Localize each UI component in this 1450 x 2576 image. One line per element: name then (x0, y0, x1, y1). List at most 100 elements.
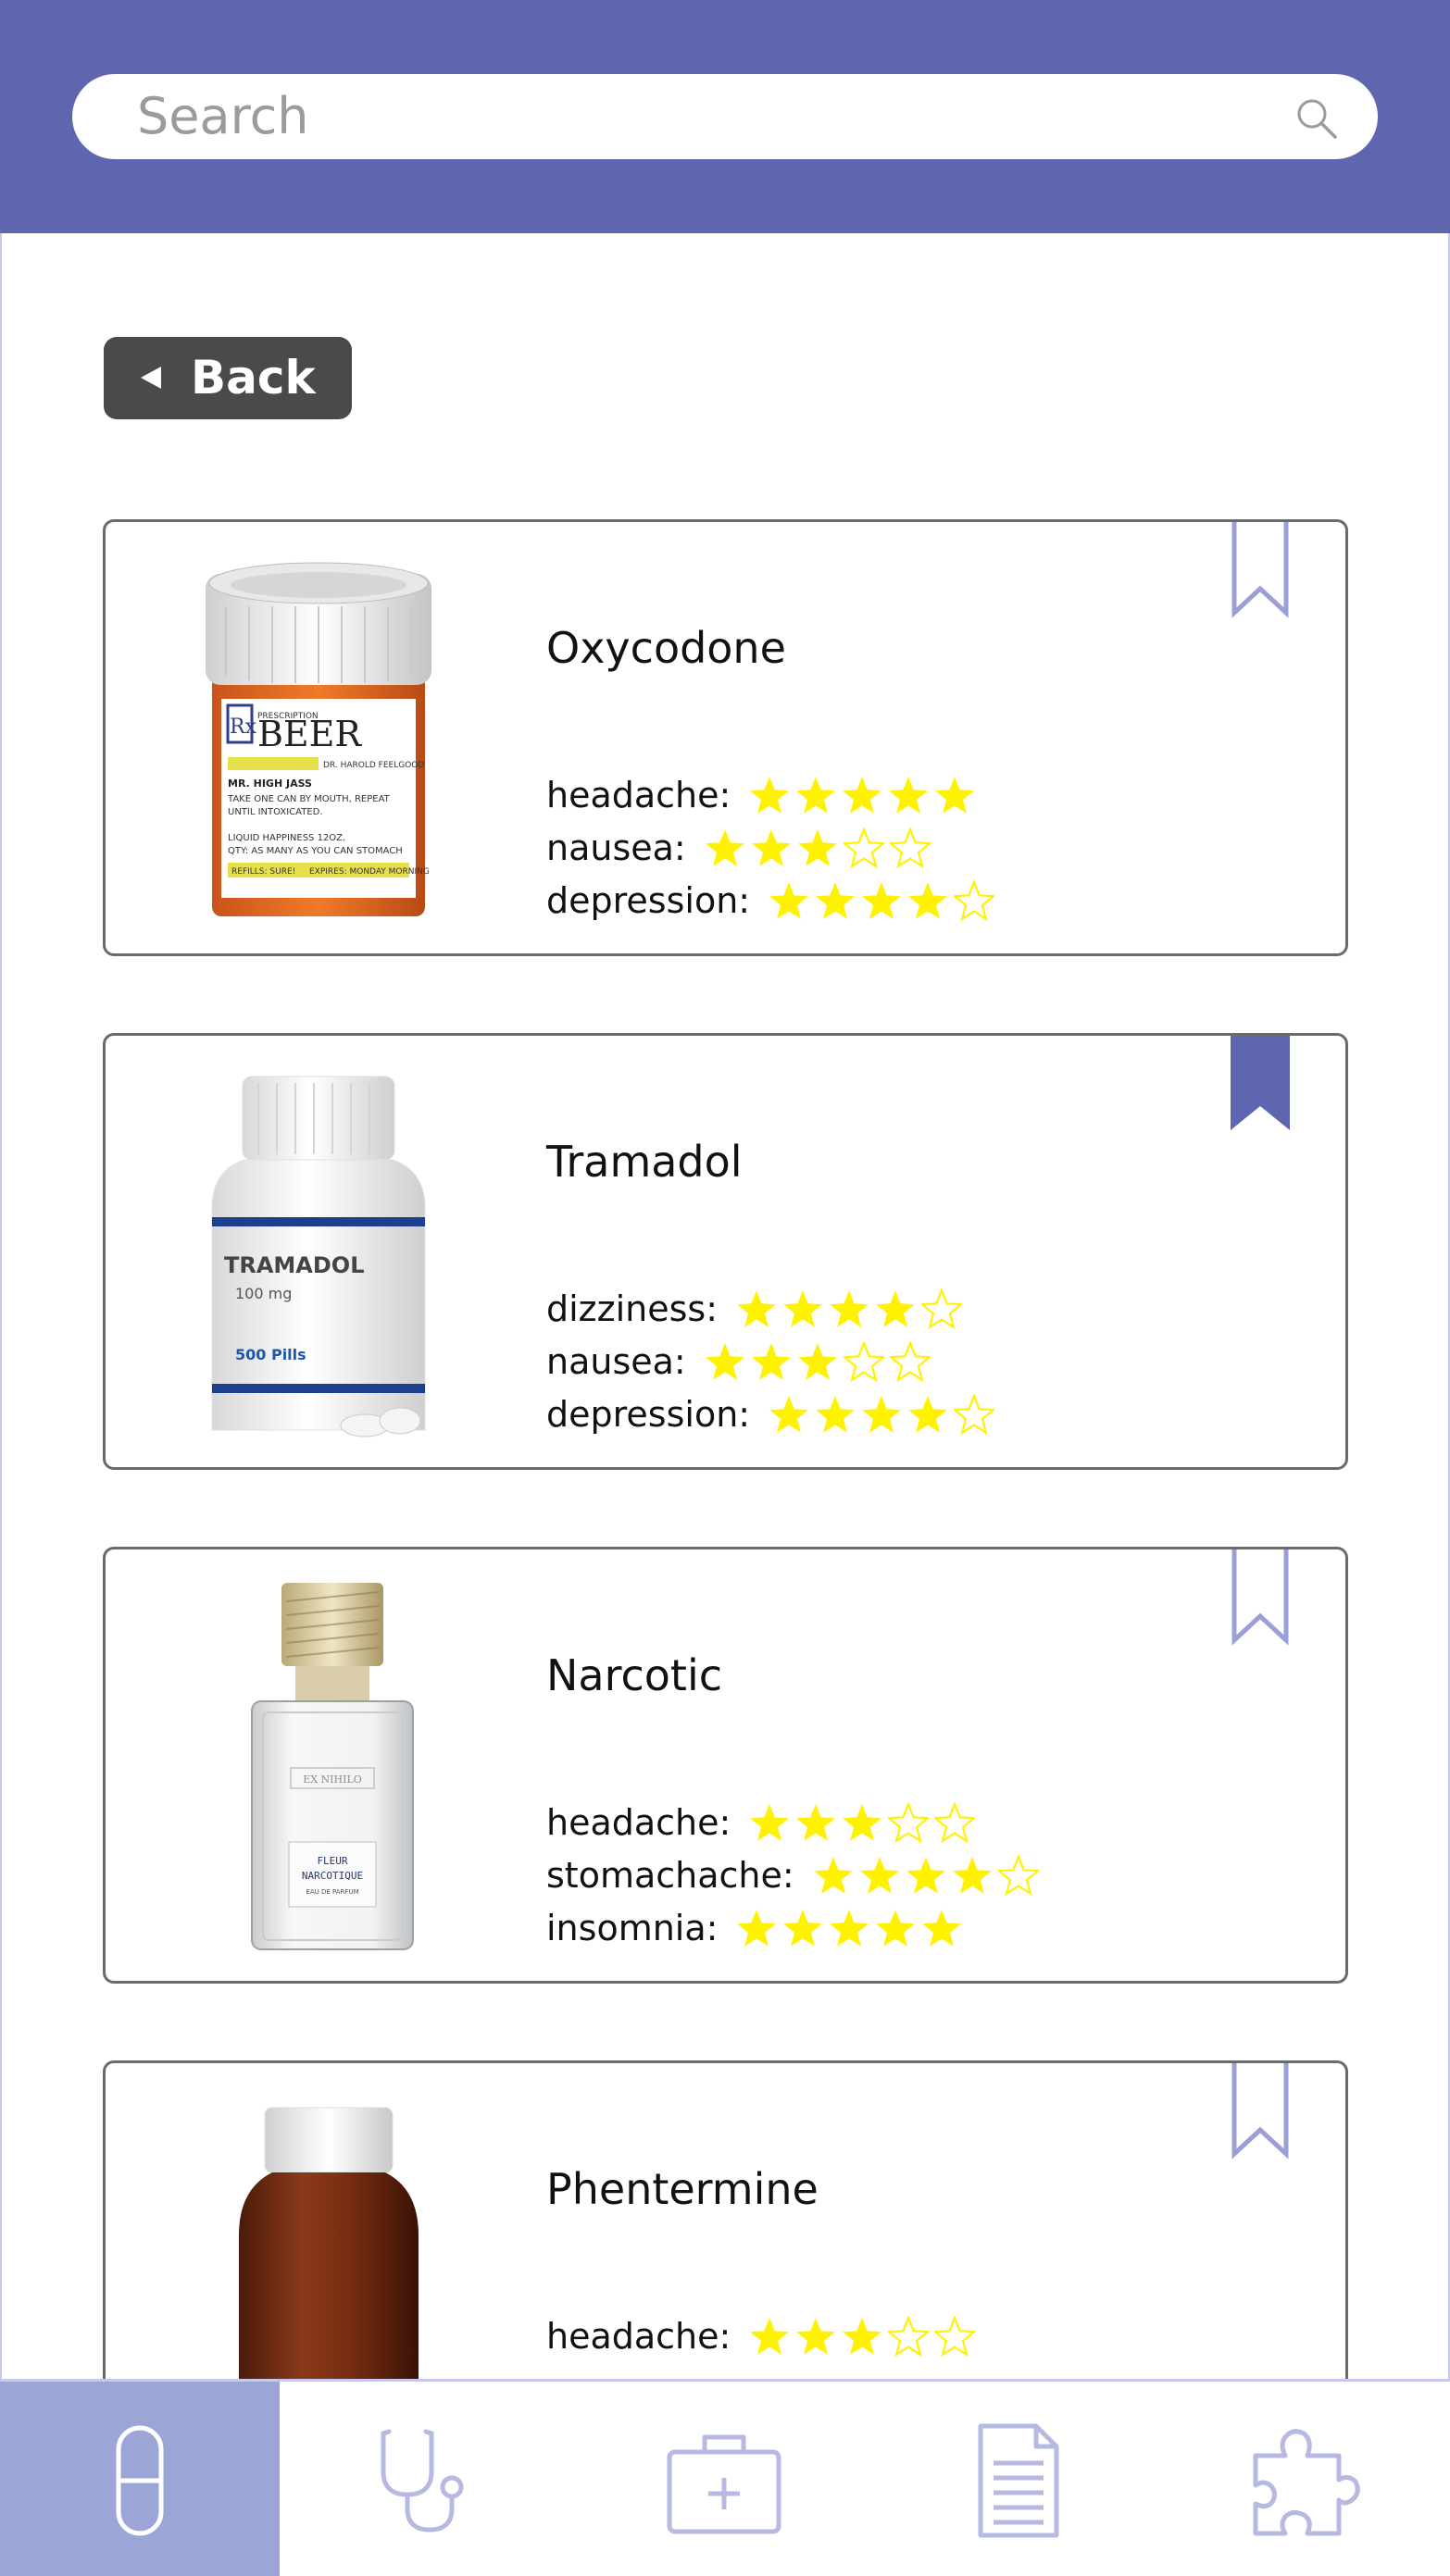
bottom-nav (0, 2379, 1450, 2576)
drug-card[interactable]: EX NIHILO FLEUR NARCOTIQUE EAU DE PARFUM… (103, 1547, 1348, 1984)
symptom-label: headache: (546, 2315, 731, 2357)
nav-doctor[interactable] (280, 2382, 567, 2576)
ratings-list: dizziness: nausea: depression: (546, 1282, 1000, 1440)
star-filled-icon (769, 881, 808, 919)
symptom-label: headache: (546, 1801, 731, 1843)
svg-text:MR. HIGH JASS: MR. HIGH JASS (228, 778, 312, 790)
star-empty-icon (843, 827, 884, 868)
svg-text:LIQUID HAPPINESS 12OZ.: LIQUID HAPPINESS 12OZ. (228, 833, 345, 843)
star-filled-icon (843, 1803, 882, 1841)
nav-firstaid[interactable] (567, 2382, 881, 2576)
star-filled-icon (705, 1342, 744, 1380)
rating-row: depression: (546, 874, 1000, 927)
star-filled-icon (751, 1342, 791, 1380)
star-rating (736, 1908, 968, 1948)
star-empty-icon (889, 827, 931, 868)
symptom-label: insomnia: (546, 1907, 719, 1948)
star-rating (749, 1801, 981, 1843)
nav-documents[interactable] (881, 2382, 1156, 2576)
search-input[interactable]: Search (72, 74, 1378, 159)
back-button[interactable]: Back (104, 337, 352, 419)
star-filled-icon (816, 881, 855, 919)
symptom-label: headache: (546, 774, 731, 815)
bookmark-filled-icon[interactable] (1231, 1033, 1290, 1134)
svg-text:EX NIHILO: EX NIHILO (303, 1773, 362, 1786)
rating-row: headache: (546, 768, 1000, 821)
star-rating (813, 1854, 1044, 1896)
perfume-bottle-image: EX NIHILO FLEUR NARCOTIQUE EAU DE PARFUM (251, 1583, 414, 1950)
svg-text:EXPIRES: MONDAY MORNING: EXPIRES: MONDAY MORNING (309, 867, 430, 877)
star-filled-icon (783, 1909, 823, 1947)
bookmark-outline-icon[interactable] (1231, 2060, 1290, 2161)
ratings-list: headache: nausea: depression: (546, 768, 1000, 927)
star-filled-icon (796, 1803, 836, 1841)
star-filled-icon (816, 1395, 855, 1433)
star-rating (736, 1288, 968, 1329)
bookmark-outline-icon[interactable] (1231, 1547, 1290, 1648)
symptom-label: dizziness: (546, 1288, 718, 1329)
star-rating (769, 1393, 1000, 1435)
rating-row: insomnia: (546, 1901, 1044, 1954)
svg-text:REFILLS: SURE!: REFILLS: SURE! (231, 867, 295, 877)
back-arrow-icon (141, 367, 161, 389)
star-filled-icon (952, 1856, 992, 1894)
star-filled-icon (906, 1856, 945, 1894)
star-filled-icon (830, 1289, 869, 1327)
star-empty-icon (934, 1801, 976, 1843)
rating-row: depression: (546, 1388, 1000, 1440)
drug-name: Phentermine (546, 2164, 819, 2214)
bookmark-outline-icon[interactable] (1231, 519, 1290, 620)
nav-puzzle[interactable] (1156, 2382, 1450, 2576)
star-filled-icon (737, 1289, 776, 1327)
beer-pill-bottle-image: Rx PRESCRIPTION BEER DR. HAROLD FEELGOOD… (206, 562, 431, 916)
star-filled-icon (876, 1909, 916, 1947)
star-filled-icon (889, 776, 929, 814)
search-icon[interactable] (1294, 96, 1339, 141)
stethoscope-icon (381, 2429, 464, 2532)
star-filled-icon (830, 1909, 869, 1947)
star-rating (749, 775, 981, 815)
first-aid-kit-icon (667, 2434, 781, 2533)
svg-text:UNTIL INTOXICATED.: UNTIL INTOXICATED. (228, 807, 323, 817)
star-empty-icon (843, 1340, 884, 1382)
star-filled-icon (796, 776, 836, 814)
svg-text:TAKE ONE CAN BY MOUTH, REPEAT: TAKE ONE CAN BY MOUTH, REPEAT (227, 794, 391, 804)
star-empty-icon (921, 1288, 962, 1329)
svg-text:100 mg: 100 mg (235, 1285, 292, 1302)
drug-name: Tramadol (546, 1137, 743, 1187)
symptom-label: stomachache: (546, 1854, 794, 1896)
rating-row: dizziness: (546, 1282, 1000, 1335)
star-empty-icon (954, 1393, 995, 1435)
star-empty-icon (934, 2315, 976, 2357)
svg-text:NARCOTIQUE: NARCOTIQUE (302, 1870, 363, 1882)
tramadol-bottle-image: TRAMADOL 100 mg 500 Pills (211, 1076, 426, 1437)
rating-row: headache: (546, 2309, 981, 2362)
symptom-label: nausea: (546, 827, 686, 868)
ratings-list: headache: (546, 2309, 981, 2362)
symptom-label: depression: (546, 1393, 751, 1435)
star-filled-icon (843, 776, 882, 814)
svg-text:QTY: AS MANY AS YOU CAN STOMAC: QTY: AS MANY AS YOU CAN STOMACH (228, 846, 403, 856)
star-filled-icon (876, 1289, 915, 1327)
svg-text:EAU DE PARFUM: EAU DE PARFUM (306, 1888, 358, 1896)
star-filled-icon (769, 1395, 808, 1433)
drug-card[interactable]: Rx PRESCRIPTION BEER DR. HAROLD FEELGOOD… (103, 519, 1348, 956)
star-filled-icon (750, 1803, 790, 1841)
star-filled-icon (922, 1909, 962, 1947)
star-rating (769, 879, 1000, 921)
rating-row: stomachache: (546, 1848, 1044, 1901)
star-filled-icon (797, 1342, 837, 1380)
star-empty-icon (888, 2315, 930, 2357)
star-rating (705, 827, 936, 868)
star-filled-icon (705, 828, 744, 866)
star-empty-icon (888, 1801, 930, 1843)
puzzle-icon (1253, 2428, 1360, 2535)
nav-pills[interactable] (0, 2382, 280, 2576)
star-filled-icon (908, 1395, 947, 1433)
drug-name: Oxycodone (546, 623, 786, 673)
ratings-list: headache: stomachache: insomnia: (546, 1796, 1044, 1954)
drug-name: Narcotic (546, 1650, 723, 1700)
star-filled-icon (797, 828, 837, 866)
drug-card[interactable]: TRAMADOL 100 mg 500 Pills Tramadol dizzi… (103, 1033, 1348, 1470)
pill-icon (116, 2425, 164, 2535)
